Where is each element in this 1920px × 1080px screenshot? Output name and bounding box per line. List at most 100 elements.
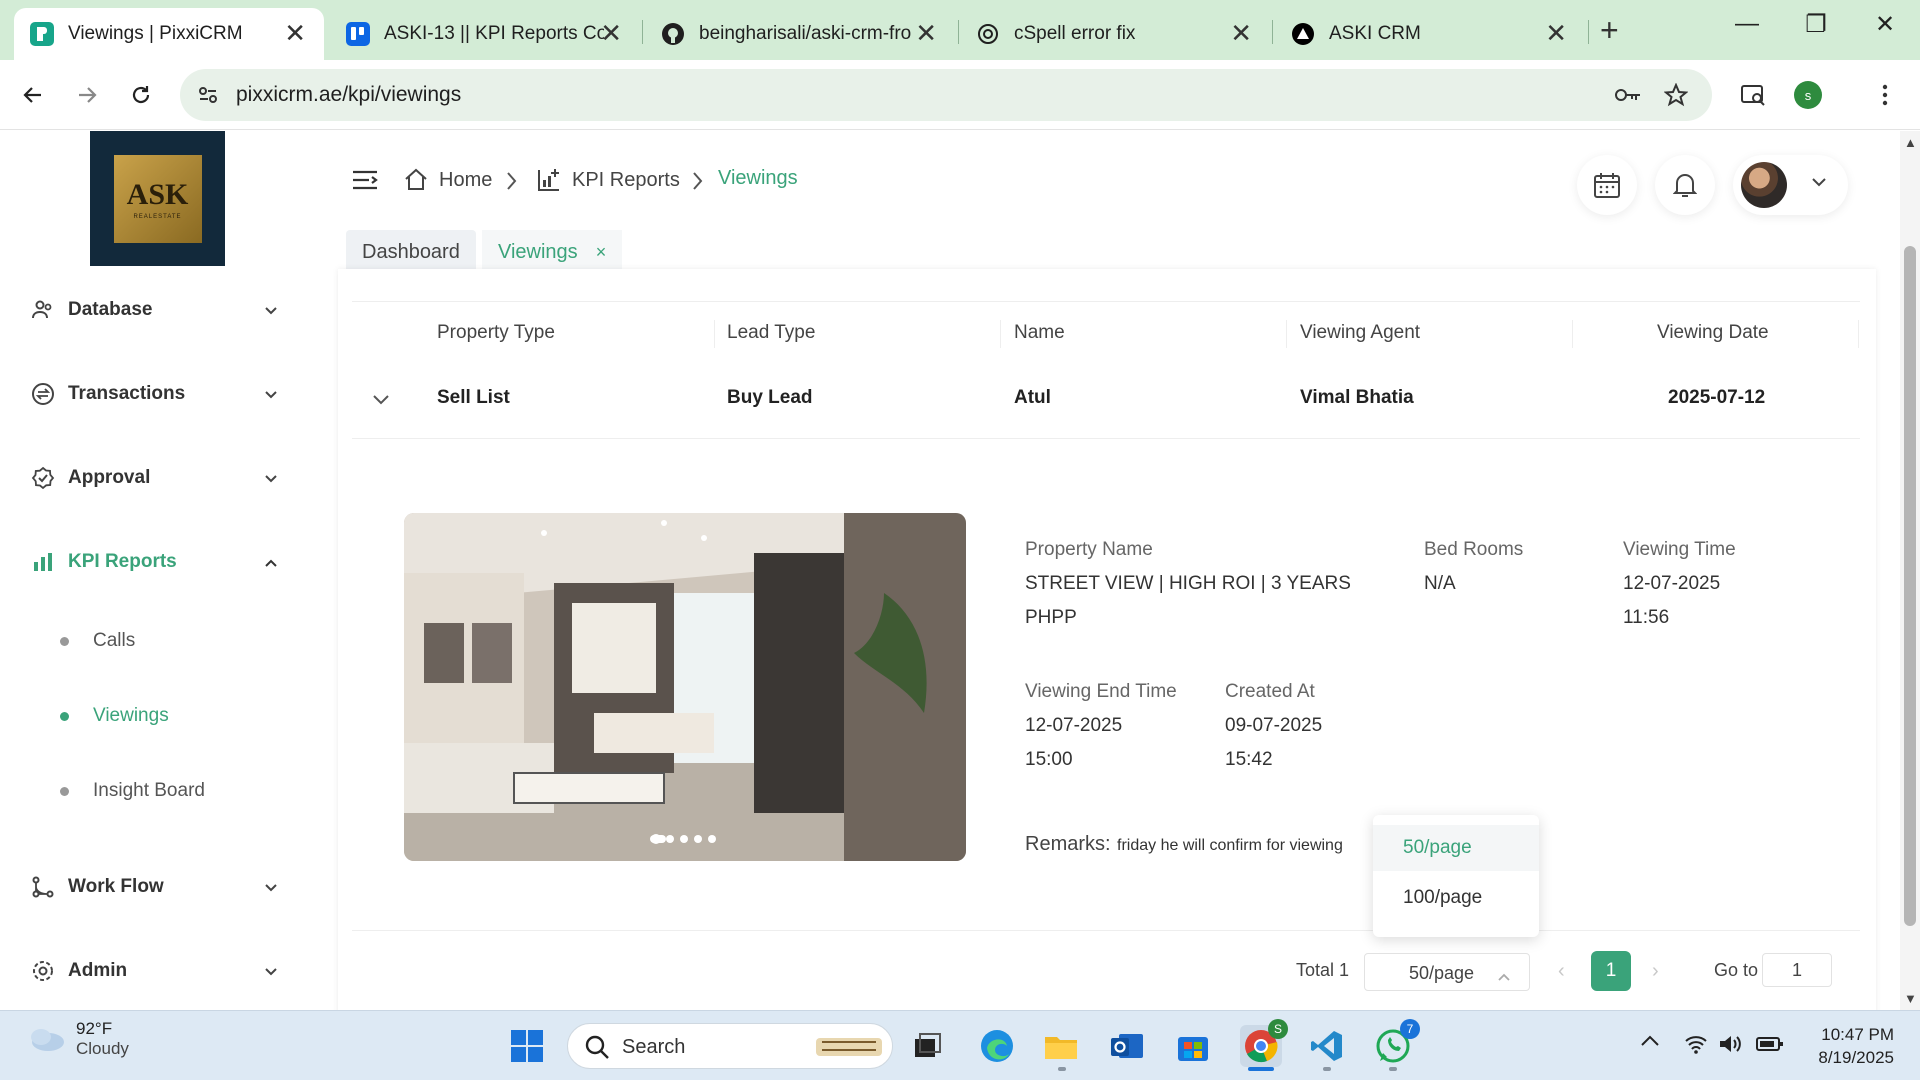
tab-viewings[interactable]: Viewings × (482, 230, 623, 274)
created-at-clock: 15:42 (1225, 749, 1273, 770)
volume-icon[interactable] (1718, 1033, 1742, 1060)
user-menu[interactable] (1733, 155, 1848, 215)
tab-search-button[interactable] (1736, 78, 1770, 112)
chevron-down-icon (264, 384, 278, 406)
wifi-icon[interactable] (1684, 1033, 1708, 1060)
sidebar-item-transactions[interactable]: Transactions (30, 374, 280, 414)
bookmark-star-icon[interactable] (1662, 81, 1690, 109)
sidebar-item-label: Database (68, 299, 153, 320)
sidebar-item-database[interactable]: Database (30, 290, 280, 330)
property-photo-carousel[interactable] (404, 513, 966, 861)
notifications-button[interactable] (1655, 155, 1715, 215)
chevron-right-icon (506, 171, 518, 196)
menu-toggle-icon[interactable] (352, 169, 378, 196)
whatsapp-taskbar-button[interactable]: 7 (1372, 1019, 1420, 1067)
show-hidden-icons-button[interactable] (1640, 1033, 1660, 1052)
browser-tab-github[interactable]: beingharisali/aski-crm-fro ✕ (645, 8, 955, 60)
sidebar-subitem-calls[interactable]: Calls (60, 626, 135, 656)
browser-tab-chatgpt[interactable]: cSpell error fix ✕ (960, 8, 1270, 60)
sidebar-item-approval[interactable]: Approval (30, 458, 280, 498)
address-bar[interactable]: pixxicrm.ae/kpi/viewings (180, 69, 1712, 121)
bullet-dot (60, 711, 69, 721)
breadcrumb-kpi-reports[interactable]: KPI Reports (536, 167, 680, 193)
chevron-right-icon (692, 171, 704, 196)
close-tab-icon[interactable]: ✕ (1230, 20, 1252, 46)
chrome-taskbar-button[interactable]: S (1240, 1019, 1288, 1067)
sidebar-subitem-insight-board[interactable]: Insight Board (60, 776, 205, 806)
sidebar-item-admin[interactable]: Admin (30, 951, 280, 991)
bedrooms-label: Bed Rooms (1424, 539, 1524, 560)
breadcrumb-home[interactable]: Home (403, 167, 492, 193)
browser-tab-viewings[interactable]: Viewings | PixxiCRM ✕ (14, 8, 324, 60)
company-logo[interactable]: ASK REALESTATE (90, 131, 225, 266)
vscode-taskbar-button[interactable] (1306, 1025, 1348, 1067)
column-header[interactable]: Name (1014, 322, 1065, 344)
page-size-select[interactable]: 50/page (1364, 953, 1530, 991)
chevron-down-icon (264, 468, 278, 490)
chevron-up-icon (264, 552, 278, 574)
back-button[interactable] (16, 78, 50, 112)
tab-label: Dashboard (362, 240, 460, 263)
file-explorer-taskbar-button[interactable] (1040, 1025, 1082, 1067)
page-number-button[interactable]: 1 (1591, 951, 1631, 991)
column-header[interactable]: Property Type (437, 322, 555, 344)
start-button[interactable] (506, 1025, 548, 1067)
forward-button[interactable] (70, 78, 104, 112)
weather-widget[interactable]: 92°F Cloudy (26, 1019, 129, 1059)
scrollbar-thumb[interactable] (1904, 246, 1916, 926)
chrome-menu-button[interactable] (1868, 78, 1902, 112)
column-header[interactable]: Viewing Date (1657, 322, 1769, 344)
new-tab-button[interactable]: + (1600, 14, 1619, 46)
close-icon[interactable]: × (596, 242, 607, 263)
page-scrollbar[interactable]: ▲ ▼ (1900, 131, 1920, 1010)
edge-taskbar-button[interactable] (976, 1025, 1018, 1067)
next-page-button[interactable]: › (1652, 960, 1659, 983)
prev-page-button[interactable]: ‹ (1558, 960, 1565, 983)
minimize-window-button[interactable]: — (1724, 10, 1770, 38)
table-row[interactable]: Sell List Buy Lead Atul Vimal Bhatia 202… (352, 363, 1860, 439)
scroll-down-icon[interactable]: ▼ (1904, 991, 1917, 1006)
folder-icon (1045, 1037, 1077, 1059)
pixxi-favicon-icon (30, 22, 54, 46)
taskbar-search[interactable]: Search (567, 1023, 893, 1069)
column-header[interactable]: Lead Type (727, 322, 815, 344)
profile-button[interactable]: s (1791, 78, 1825, 112)
page-size-dropdown: 50/page 100/page (1373, 815, 1539, 937)
close-tab-icon[interactable]: ✕ (1545, 20, 1567, 46)
outlook-taskbar-button[interactable] (1106, 1025, 1148, 1067)
page-size-option[interactable]: 50/page (1373, 825, 1539, 871)
sidebar-subitem-viewings[interactable]: Viewings (60, 701, 169, 731)
restore-window-button[interactable]: ❐ (1793, 10, 1839, 39)
browser-tab-trello[interactable]: ASKI-13 || KPI Reports Con ✕ (330, 8, 640, 60)
expand-row-icon[interactable] (372, 393, 390, 411)
close-window-button[interactable]: ✕ (1862, 10, 1908, 39)
close-tab-icon[interactable]: ✕ (915, 20, 937, 46)
column-divider (1000, 320, 1001, 348)
goto-page-input[interactable]: 1 (1762, 953, 1832, 987)
cell-lead-type: Buy Lead (727, 387, 813, 408)
column-header[interactable]: Viewing Agent (1300, 322, 1420, 344)
close-tab-icon[interactable]: ✕ (600, 20, 622, 46)
battery-icon[interactable] (1756, 1033, 1784, 1060)
reload-button[interactable] (124, 78, 158, 112)
password-key-icon[interactable] (1614, 81, 1642, 109)
browser-tab-strip: Viewings | PixxiCRM ✕ ASKI-13 || KPI Rep… (0, 0, 1920, 60)
page-size-option[interactable]: 100/page (1373, 875, 1539, 921)
browser-tab-aski-crm[interactable]: ASKI CRM ✕ (1275, 8, 1585, 60)
tab-dashboard[interactable]: Dashboard (346, 230, 476, 274)
property-name-line2: PHPP (1025, 607, 1077, 628)
cloud-icon (31, 1029, 64, 1051)
close-tab-icon[interactable]: ✕ (284, 20, 306, 46)
site-info-icon[interactable] (196, 83, 220, 112)
calendar-button[interactable] (1577, 155, 1637, 215)
microsoft-store-taskbar-button[interactable] (1172, 1025, 1214, 1067)
scroll-up-icon[interactable]: ▲ (1904, 135, 1917, 150)
task-view-button[interactable] (906, 1025, 948, 1067)
store-icon (1178, 1037, 1208, 1061)
vscode-icon (1311, 1031, 1342, 1061)
sidebar-item-work-flow[interactable]: Work Flow (30, 867, 280, 907)
sidebar-item-kpi-reports[interactable]: KPI Reports (30, 542, 280, 582)
logo-mark: ASK (126, 177, 189, 211)
viewing-time-clock: 11:56 (1623, 607, 1670, 628)
system-clock[interactable]: 10:47 PM 8/19/2025 (1808, 1023, 1894, 1069)
